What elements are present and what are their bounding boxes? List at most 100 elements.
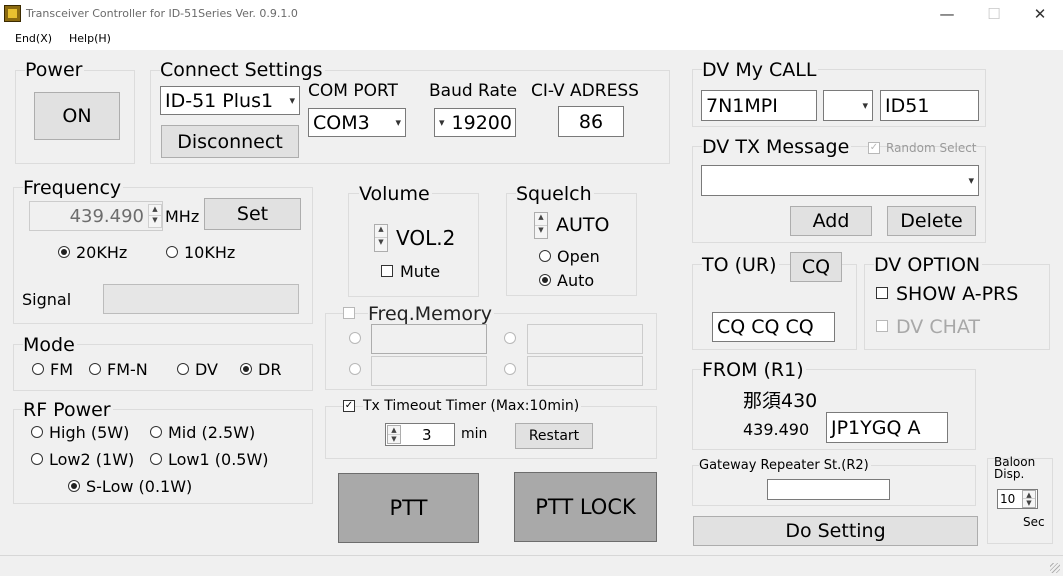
chevron-down-icon: ▾: [289, 93, 295, 107]
do-setting-button[interactable]: Do Setting: [693, 516, 978, 546]
show-aprs-label: SHOW A-PRS: [896, 283, 1019, 305]
spin-up-icon[interactable]: ▲: [535, 213, 547, 226]
close-button[interactable]: ✕: [1017, 0, 1063, 28]
spin-up-icon[interactable]: ▲: [388, 426, 400, 435]
civ-address-label: CI-V ADRESS: [531, 81, 639, 101]
mode-dv-radio[interactable]: [177, 363, 189, 375]
ptt-lock-button[interactable]: PTT LOCK: [514, 472, 657, 542]
mode-fmn-radio[interactable]: [89, 363, 101, 375]
spin-down-icon[interactable]: ▼: [149, 216, 161, 227]
mute-checkbox[interactable]: [381, 265, 393, 277]
freq-memory-checkbox[interactable]: [343, 307, 355, 319]
volume-spinner[interactable]: ▲ ▼: [374, 224, 388, 252]
frequency-input[interactable]: 439.490: [29, 201, 163, 231]
memory-1-radio[interactable]: [349, 332, 361, 344]
frequency-spinner[interactable]: ▲ ▼: [148, 204, 162, 228]
delete-button[interactable]: Delete: [887, 206, 976, 236]
rf-high-label: High (5W): [49, 423, 130, 442]
mode-fm-radio[interactable]: [32, 363, 44, 375]
power-on-button[interactable]: ON: [34, 92, 120, 140]
show-aprs-checkbox[interactable]: [876, 287, 888, 299]
step-10khz-radio[interactable]: [166, 246, 178, 258]
memory-2-radio[interactable]: [504, 332, 516, 344]
spin-down-icon[interactable]: ▼: [1023, 499, 1035, 507]
menu-end[interactable]: End(X): [15, 32, 52, 45]
tx-timeout-spinner[interactable]: ▲ ▼: [387, 425, 401, 444]
volume-value: VOL.2: [396, 226, 456, 250]
freq-memory-label: Freq.Memory: [368, 303, 495, 325]
random-select-label: Random Select: [886, 141, 977, 155]
balloon-unit: Sec: [1023, 515, 1045, 529]
memory-3-radio[interactable]: [349, 363, 361, 375]
gateway-label: Gateway Repeater St.(R2): [699, 458, 871, 474]
squelch-open-radio[interactable]: [539, 250, 551, 262]
spin-down-icon[interactable]: ▼: [375, 238, 387, 251]
model-select[interactable]: ID-51 Plus1 ▾: [160, 86, 300, 115]
mycall-suffix-input[interactable]: ID51: [880, 90, 979, 121]
dv-chat-label: DV CHAT: [896, 316, 981, 338]
model-value: ID-51 Plus1: [165, 89, 274, 112]
tx-timeout-checkbox[interactable]: ✓: [343, 400, 355, 412]
mode-fm-label: FM: [50, 360, 74, 379]
add-button[interactable]: Add: [790, 206, 872, 236]
rf-low2-radio[interactable]: [31, 453, 43, 465]
memory-2-field[interactable]: [527, 324, 643, 354]
rf-slow-radio[interactable]: [68, 480, 80, 492]
com-port-select[interactable]: COM3 ▾: [308, 108, 406, 137]
memory-1-field[interactable]: [371, 324, 487, 354]
frequency-set-button[interactable]: Set: [204, 198, 301, 230]
mycall-suffix-select[interactable]: ▾: [823, 90, 873, 121]
mycall-input[interactable]: 7N1MPI: [701, 90, 817, 121]
ptt-button[interactable]: PTT: [338, 473, 479, 543]
cq-button[interactable]: CQ: [790, 252, 842, 282]
gateway-input[interactable]: [767, 479, 890, 500]
mode-fmn-label: FM-N: [107, 360, 148, 379]
disconnect-button[interactable]: Disconnect: [161, 125, 299, 158]
step-20khz-radio[interactable]: [58, 246, 70, 258]
window-title: Transceiver Controller for ID-51Series V…: [26, 7, 298, 20]
rf-slow-label: S-Low (0.1W): [86, 477, 193, 496]
from-r1-input[interactable]: JP1YGQ A: [826, 412, 948, 443]
resize-grip[interactable]: [1050, 563, 1060, 573]
restart-button[interactable]: Restart: [515, 423, 593, 449]
minimize-button[interactable]: —: [924, 0, 970, 28]
spin-up-icon[interactable]: ▲: [149, 205, 161, 216]
to-ur-input[interactable]: CQ CQ CQ: [712, 312, 835, 342]
step-20khz-label: 20KHz: [76, 243, 128, 262]
random-select-checkbox[interactable]: ✓: [868, 142, 880, 154]
memory-4-field[interactable]: [527, 356, 643, 386]
squelch-auto-radio[interactable]: [539, 274, 551, 286]
chevron-down-icon: ▾: [862, 98, 868, 112]
baud-rate-select[interactable]: ▾ 19200: [434, 108, 516, 137]
rf-high-radio[interactable]: [31, 426, 43, 438]
baud-rate-value: 19200: [451, 111, 512, 134]
rf-low1-label: Low1 (0.5W): [168, 450, 269, 469]
squelch-spinner[interactable]: ▲ ▼: [534, 212, 548, 239]
power-label: Power: [25, 59, 85, 81]
chevron-down-icon: ▾: [395, 115, 401, 129]
balloon-spinner[interactable]: ▲ ▼: [1022, 490, 1036, 508]
mute-label: Mute: [400, 262, 441, 281]
step-10khz-label: 10KHz: [184, 243, 236, 262]
spin-down-icon[interactable]: ▼: [535, 226, 547, 239]
spin-down-icon[interactable]: ▼: [388, 435, 400, 444]
spin-up-icon[interactable]: ▲: [1023, 491, 1035, 499]
tx-message-select[interactable]: ▾: [701, 165, 979, 196]
civ-address-input[interactable]: 86: [558, 106, 624, 137]
signal-meter: [103, 284, 299, 314]
rf-low1-radio[interactable]: [150, 453, 162, 465]
maximize-button[interactable]: ☐: [971, 0, 1017, 28]
mode-dv-label: DV: [195, 360, 218, 379]
tx-timeout-label: Tx Timeout Timer (Max:10min): [363, 397, 582, 416]
dv-chat-checkbox[interactable]: [876, 320, 888, 332]
memory-4-radio[interactable]: [504, 363, 516, 375]
rf-mid-radio[interactable]: [150, 426, 162, 438]
to-ur-label: TO (UR): [702, 254, 779, 276]
memory-3-field[interactable]: [371, 356, 487, 386]
menu-help[interactable]: Help(H): [69, 32, 111, 45]
com-port-value: COM3: [313, 111, 370, 134]
rf-mid-label: Mid (2.5W): [168, 423, 256, 442]
spin-up-icon[interactable]: ▲: [375, 225, 387, 238]
tx-timeout-value: 3: [422, 425, 432, 444]
mode-dr-radio[interactable]: [240, 363, 252, 375]
